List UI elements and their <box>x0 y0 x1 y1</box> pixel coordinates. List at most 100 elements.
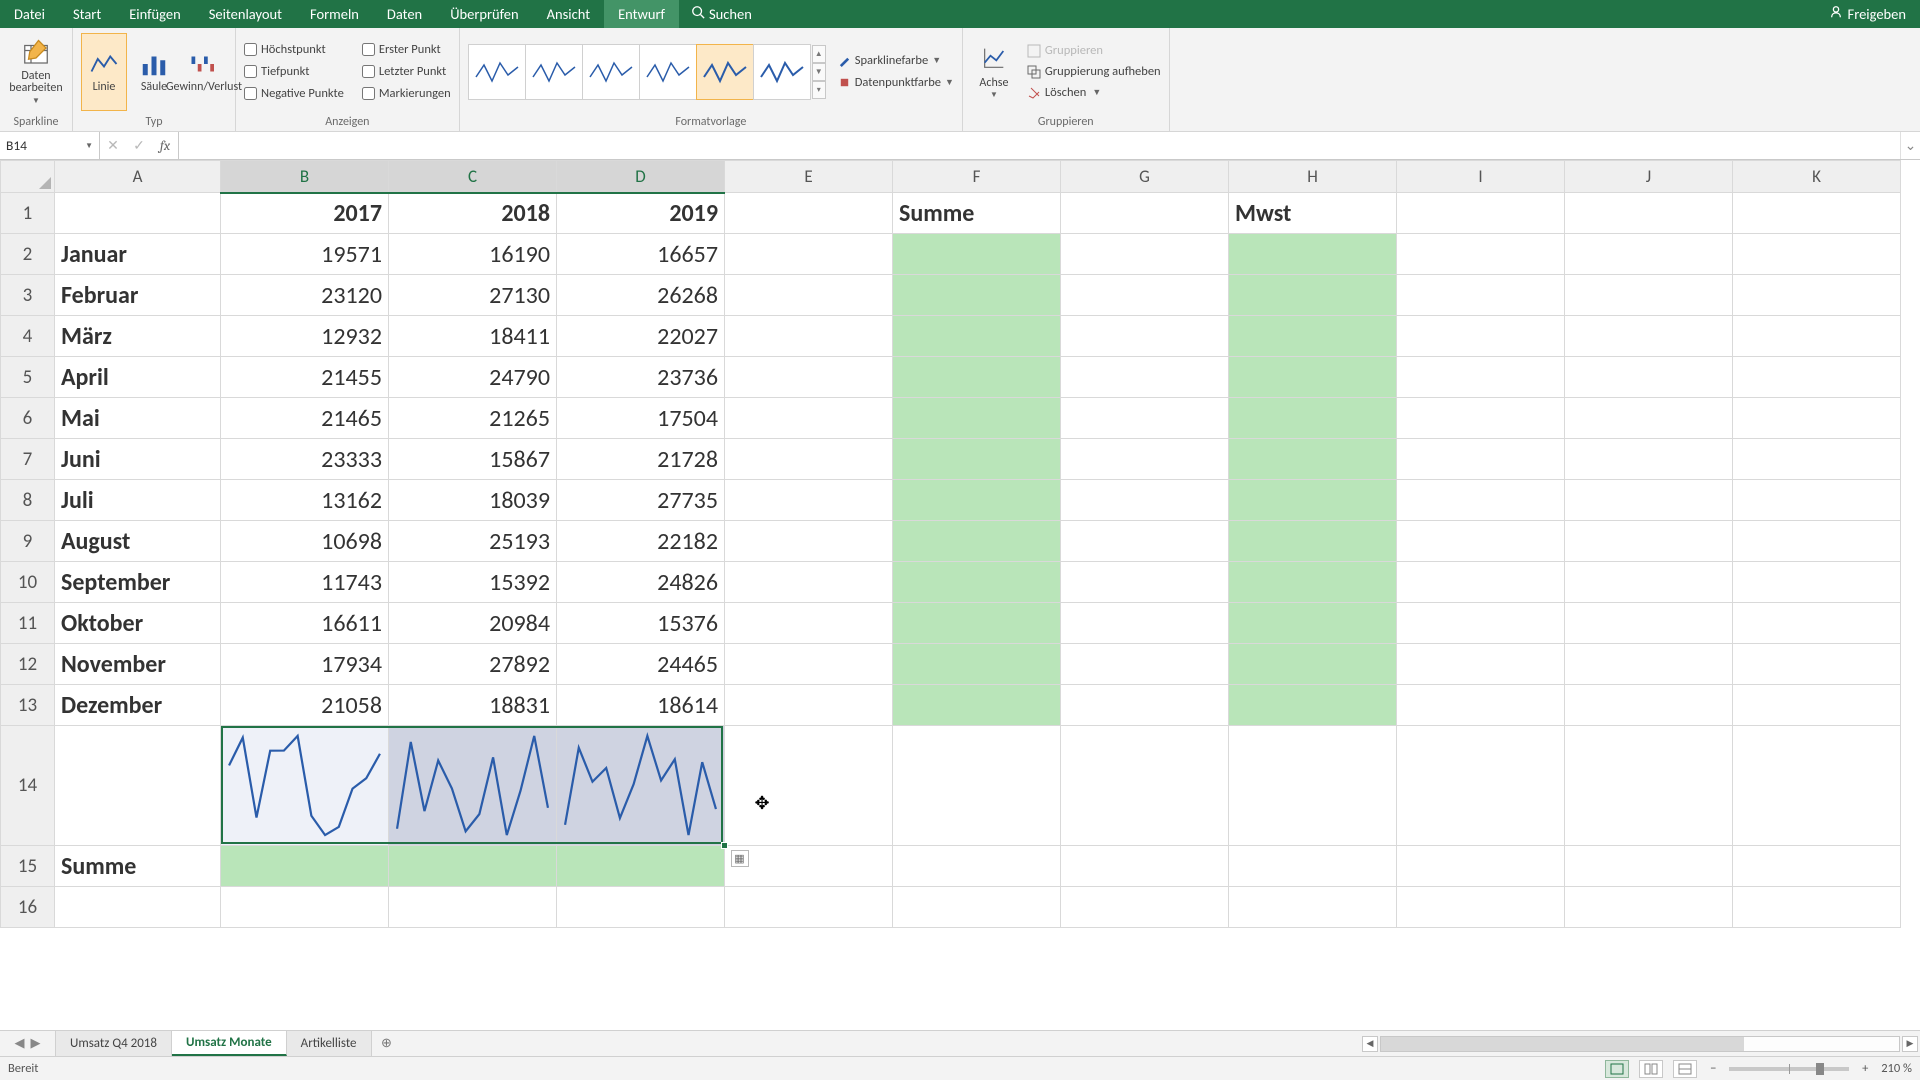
row-header-9[interactable]: 9 <box>1 521 55 562</box>
cell[interactable] <box>893 357 1061 398</box>
cell[interactable] <box>725 685 893 726</box>
col-header-I[interactable]: I <box>1397 161 1565 193</box>
cell[interactable] <box>1229 480 1397 521</box>
cell[interactable] <box>1061 644 1229 685</box>
cell[interactable] <box>725 398 893 439</box>
cell[interactable] <box>1733 521 1901 562</box>
cell[interactable]: 18831 <box>389 685 557 726</box>
cell[interactable]: 12932 <box>221 316 389 357</box>
cell[interactable] <box>893 603 1061 644</box>
cell[interactable] <box>1565 562 1733 603</box>
cell[interactable] <box>1229 603 1397 644</box>
cell[interactable] <box>725 480 893 521</box>
cell[interactable]: 15376 <box>557 603 725 644</box>
cell[interactable]: Summe <box>893 193 1061 234</box>
axis-button[interactable]: Achse ▼ <box>971 44 1017 100</box>
cell[interactable] <box>1229 726 1397 846</box>
cell[interactable]: 25193 <box>389 521 557 562</box>
tell-me-search[interactable]: Suchen <box>679 0 764 28</box>
cell[interactable]: 16190 <box>389 234 557 275</box>
sparkline-cell-b14[interactable] <box>221 726 389 846</box>
cell[interactable] <box>1397 234 1565 275</box>
cell[interactable]: 18614 <box>557 685 725 726</box>
col-header-C[interactable]: C <box>389 161 557 193</box>
style-2[interactable] <box>525 44 583 100</box>
chevron-down-icon[interactable]: ▼ <box>85 141 93 151</box>
style-6[interactable] <box>753 44 811 100</box>
cell[interactable] <box>725 357 893 398</box>
cell[interactable] <box>1397 685 1565 726</box>
sparkline-color-button[interactable]: Sparklinefarbe▼ <box>838 52 954 70</box>
cell[interactable] <box>1733 193 1901 234</box>
cell[interactable] <box>893 480 1061 521</box>
fx-icon[interactable]: fx <box>152 137 178 154</box>
row-header-10[interactable]: 10 <box>1 562 55 603</box>
cell[interactable] <box>1733 603 1901 644</box>
cell[interactable]: November <box>55 644 221 685</box>
cell[interactable] <box>55 726 221 846</box>
cell[interactable]: 22182 <box>557 521 725 562</box>
gallery-scroll-down[interactable]: ▼ <box>812 63 826 81</box>
row-header-16[interactable]: 16 <box>1 887 55 928</box>
cell[interactable]: 20984 <box>389 603 557 644</box>
cell[interactable] <box>725 846 893 887</box>
cell[interactable] <box>1397 193 1565 234</box>
cell[interactable] <box>1565 275 1733 316</box>
cell[interactable] <box>1565 846 1733 887</box>
cell[interactable] <box>389 887 557 928</box>
tab-formeln[interactable]: Formeln <box>296 0 373 28</box>
cell[interactable] <box>1733 887 1901 928</box>
cell[interactable]: 22027 <box>557 316 725 357</box>
cell[interactable]: 17504 <box>557 398 725 439</box>
cell[interactable] <box>1565 603 1733 644</box>
cell[interactable] <box>893 846 1061 887</box>
check-hoechstpunkt[interactable]: Höchstpunkt <box>244 41 344 59</box>
cell[interactable] <box>1229 398 1397 439</box>
zoom-in-button[interactable]: + <box>1859 1061 1871 1076</box>
row-header-1[interactable]: 1 <box>1 193 55 234</box>
col-header-J[interactable]: J <box>1565 161 1733 193</box>
cell[interactable] <box>1565 193 1733 234</box>
cell[interactable] <box>389 846 557 887</box>
scroll-left-icon[interactable]: ◀ <box>1362 1036 1378 1052</box>
row-header-6[interactable]: 6 <box>1 398 55 439</box>
cell[interactable] <box>1397 726 1565 846</box>
cell[interactable]: 24790 <box>389 357 557 398</box>
cell[interactable]: 27130 <box>389 275 557 316</box>
cell[interactable] <box>1397 562 1565 603</box>
sheet-tab-artikelliste[interactable]: Artikelliste <box>287 1031 372 1056</box>
check-erster-punkt[interactable]: Erster Punkt <box>362 41 451 59</box>
cell[interactable] <box>1397 603 1565 644</box>
expand-formula-bar[interactable]: ⌄ <box>1900 132 1920 159</box>
row-header-14[interactable]: 14 <box>1 726 55 846</box>
zoom-level[interactable]: 210 % <box>1881 1061 1912 1076</box>
cell[interactable] <box>893 398 1061 439</box>
cell[interactable]: 2018 <box>389 193 557 234</box>
cell[interactable]: 24826 <box>557 562 725 603</box>
horizontal-scrollbar[interactable]: ◀ ▶ <box>1360 1031 1920 1056</box>
check-negative-punkte[interactable]: Negative Punkte <box>244 85 344 103</box>
cell[interactable] <box>1565 480 1733 521</box>
tab-einfuegen[interactable]: Einfügen <box>115 0 195 28</box>
cell[interactable] <box>1061 603 1229 644</box>
cell[interactable]: 19571 <box>221 234 389 275</box>
cell[interactable]: Oktober <box>55 603 221 644</box>
style-4[interactable] <box>639 44 697 100</box>
cell[interactable]: 21265 <box>389 398 557 439</box>
cell[interactable]: Summe <box>55 846 221 887</box>
cell[interactable] <box>1733 316 1901 357</box>
cell[interactable]: 10698 <box>221 521 389 562</box>
check-tiefpunkt[interactable]: Tiefpunkt <box>244 63 344 81</box>
cell[interactable] <box>1229 887 1397 928</box>
cell[interactable] <box>1061 234 1229 275</box>
cell[interactable]: 16657 <box>557 234 725 275</box>
cell[interactable] <box>893 562 1061 603</box>
cell[interactable] <box>1229 439 1397 480</box>
cell[interactable] <box>1733 275 1901 316</box>
cell[interactable]: 27892 <box>389 644 557 685</box>
cell[interactable]: 27735 <box>557 480 725 521</box>
cell[interactable] <box>1229 644 1397 685</box>
cell[interactable] <box>55 887 221 928</box>
col-header-H[interactable]: H <box>1229 161 1397 193</box>
tab-ueberpruefen[interactable]: Überprüfen <box>436 0 532 28</box>
